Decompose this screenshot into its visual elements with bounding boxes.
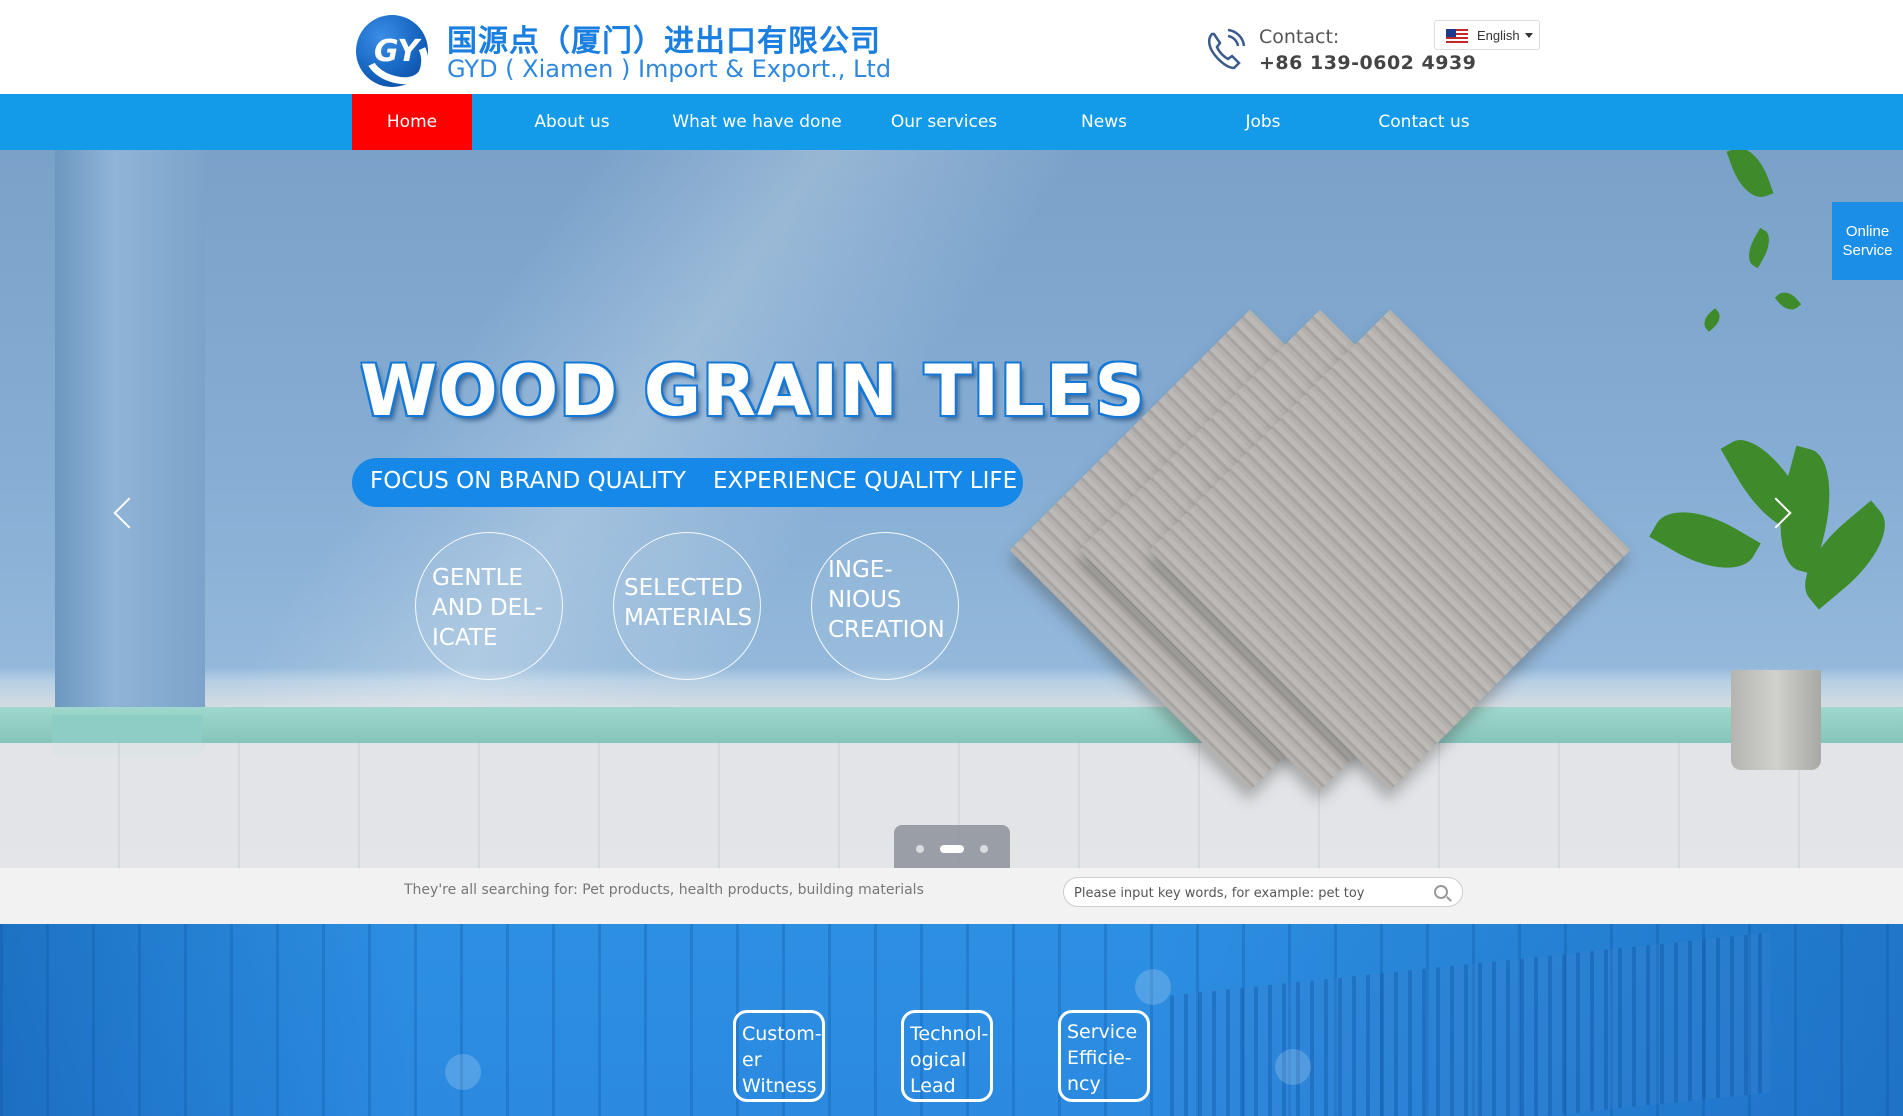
nav-item-about-us[interactable]: About us — [512, 94, 632, 150]
hero-banner: WOOD GRAIN TILES FOCUS ON BRAND QUALITY … — [0, 150, 1903, 868]
language-label: English — [1477, 28, 1520, 43]
slider-dot-active[interactable] — [940, 845, 964, 853]
nav-item-our-services[interactable]: Our services — [874, 94, 1014, 150]
banner-circle-creation: INGE- NIOUS CREATION — [811, 532, 959, 680]
page: GY 国源点（厦门）进出口有限公司 GYD ( Xiamen ) Import … — [0, 0, 1903, 1116]
search-box — [1063, 877, 1463, 907]
feature-technological-lead[interactable]: Technol- ogical Lead — [901, 1010, 993, 1102]
feature-line: Witness — [742, 1075, 817, 1097]
nav-item-jobs[interactable]: Jobs — [1213, 94, 1313, 150]
logo-letters: GY — [374, 34, 420, 69]
nav-item-news[interactable]: News — [1054, 94, 1154, 150]
phone-icon — [1208, 28, 1246, 70]
language-selector[interactable]: English — [1434, 20, 1540, 50]
banner-tagline-a: FOCUS ON BRAND QUALITY — [370, 468, 686, 494]
leaf-decoration — [1726, 150, 1774, 204]
feature-customer-witness[interactable]: Custom- er Witness — [733, 1010, 825, 1102]
company-name-cn: 国源点（厦门）进出口有限公司 — [447, 24, 881, 59]
circle-line: CREATION — [828, 617, 945, 643]
wood-tiles-image — [1009, 309, 1631, 791]
plant-leaf — [1649, 493, 1761, 587]
contact-phone: +86 139-0602 4939 — [1259, 52, 1477, 74]
banner-circle-materials: SELECTED MATERIALS — [613, 532, 761, 680]
leaf-decoration — [1699, 308, 1725, 332]
feature-line: ncy — [1067, 1073, 1101, 1095]
slider-dot[interactable] — [980, 845, 988, 853]
slider-dot[interactable] — [916, 845, 924, 853]
feature-line: Custom- — [742, 1023, 822, 1045]
feature-line: Efficie- — [1067, 1047, 1132, 1069]
search-input[interactable] — [1074, 883, 1414, 903]
circle-line: SELECTED — [624, 575, 743, 601]
search-hint: They're all searching for: Pet products,… — [404, 882, 924, 898]
banner-title: WOOD GRAIN TILES — [360, 350, 1146, 432]
ship-icon — [1275, 1049, 1311, 1085]
airplane-icon — [445, 1054, 481, 1090]
banner-tagline-b: EXPERIENCE QUALITY LIFE — [713, 468, 1018, 494]
circle-line: ICATE — [432, 625, 498, 651]
feature-service-efficiency[interactable]: Service Efficie- ncy — [1058, 1010, 1150, 1102]
banner-circle-gentle: GENTLE AND DEL- ICATE — [415, 532, 563, 680]
search-icon[interactable] — [1434, 885, 1448, 899]
feature-line: Technol- — [910, 1023, 989, 1045]
circle-line: GENTLE — [432, 565, 523, 591]
search-bar: They're all searching for: Pet products,… — [0, 868, 1903, 924]
company-name-en: GYD ( Xiamen ) Import & Export., Ltd — [447, 55, 892, 83]
pillar-decoration — [55, 150, 205, 750]
nav-item-contact-us[interactable]: Contact us — [1364, 94, 1484, 150]
site-header: GY 国源点（厦门）进出口有限公司 GYD ( Xiamen ) Import … — [0, 0, 1903, 94]
nav-item-what-we-have-done[interactable]: What we have done — [662, 94, 852, 150]
feature-line: Service — [1067, 1021, 1138, 1043]
nav-item-home[interactable]: Home — [352, 94, 472, 150]
contact-label: Contact: — [1259, 26, 1340, 48]
plant-pot-image — [1731, 670, 1821, 770]
circle-line: AND DEL- — [432, 595, 543, 621]
feature-line: er — [742, 1049, 762, 1071]
leaf-decoration — [1742, 227, 1776, 269]
train-icon — [1135, 969, 1171, 1005]
online-service-button[interactable]: Online Service — [1832, 202, 1903, 280]
us-flag-icon — [1446, 29, 1468, 43]
leaf-decoration — [1774, 287, 1802, 315]
online-service-line: Online — [1845, 223, 1890, 240]
banner-tagline: FOCUS ON BRAND QUALITY EXPERIENCE QUALIT… — [352, 458, 1023, 507]
company-logo[interactable]: GY — [356, 15, 428, 87]
circle-line: NIOUS — [828, 587, 902, 613]
feature-line: Lead — [910, 1075, 956, 1097]
caret-down-icon — [1525, 33, 1533, 38]
feature-line: ogical — [910, 1049, 967, 1071]
main-nav: Home About us What we have done Our serv… — [0, 94, 1903, 150]
slider-dots — [894, 825, 1010, 868]
circle-line: MATERIALS — [624, 605, 753, 631]
circle-line: INGE- — [828, 557, 893, 583]
online-service-line: Service — [1842, 242, 1893, 259]
